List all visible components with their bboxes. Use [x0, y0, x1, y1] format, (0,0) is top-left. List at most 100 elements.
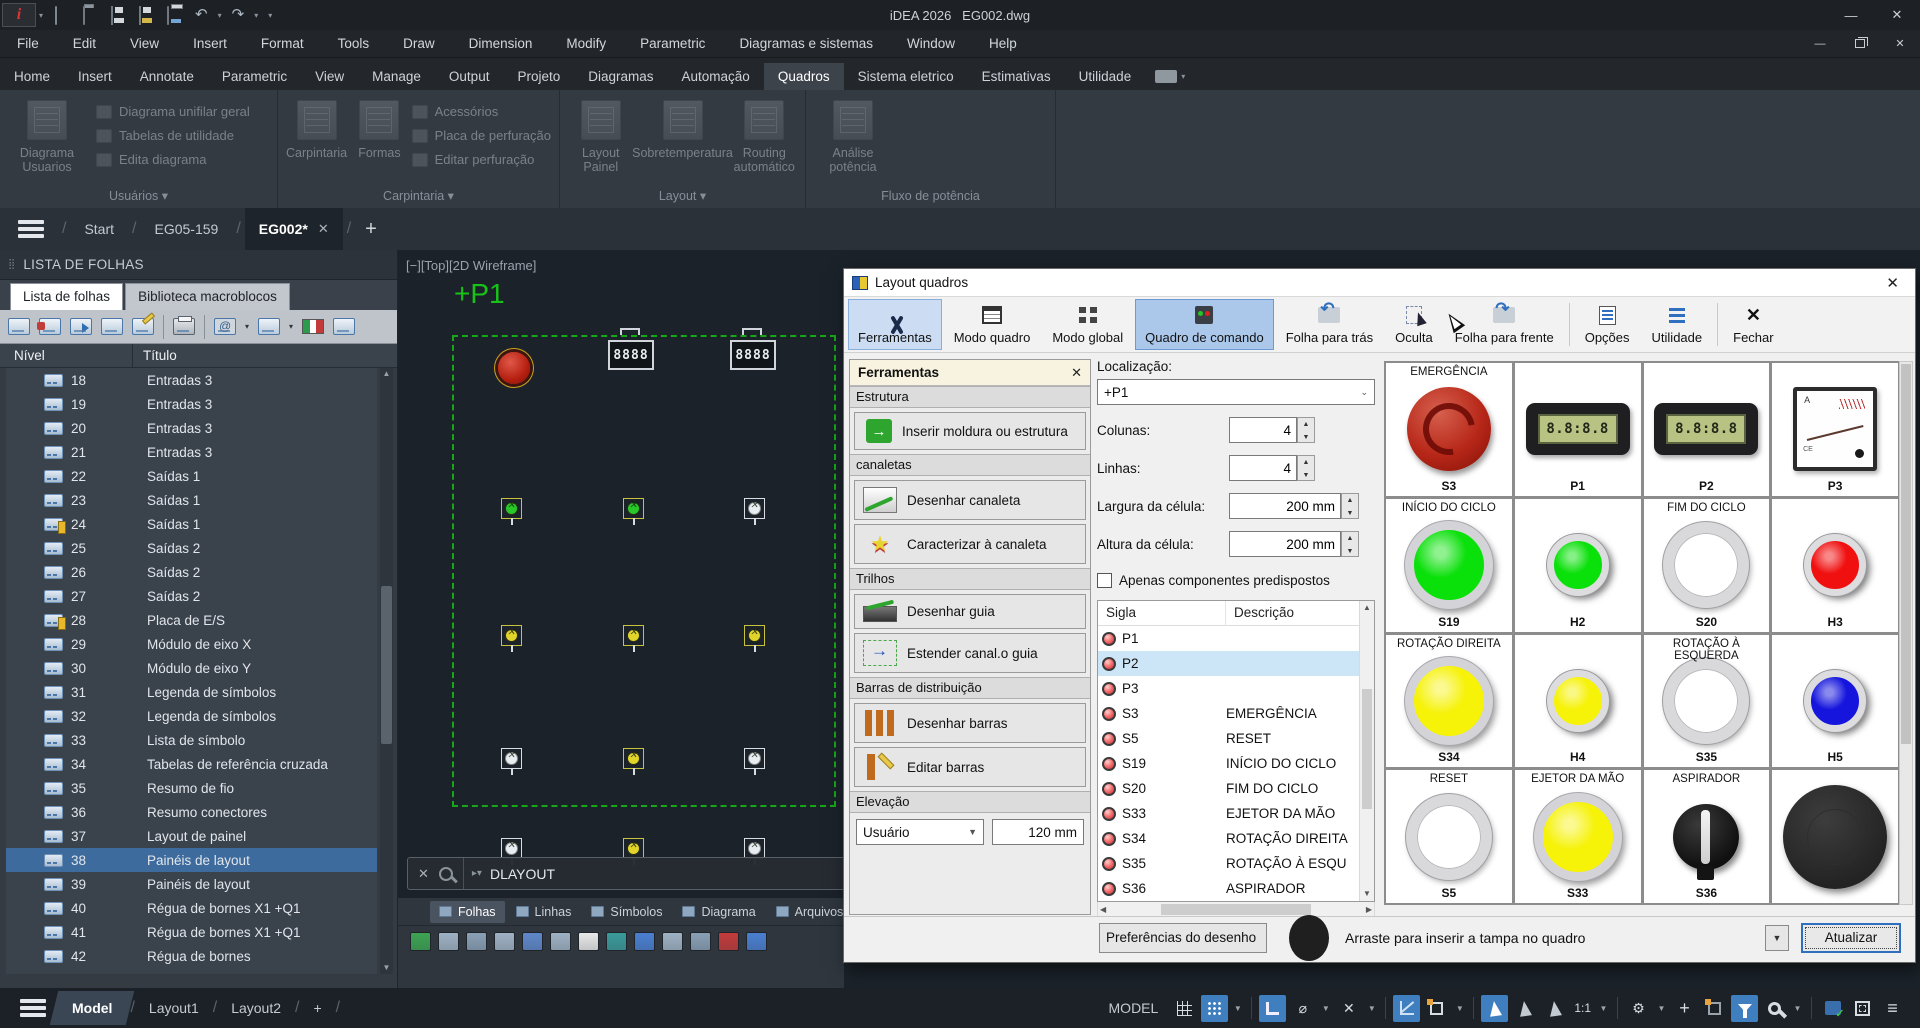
command-tools-icon[interactable]: [439, 867, 453, 881]
doc-minimize-button[interactable]: —: [1800, 30, 1840, 58]
viewport-controls-label[interactable]: [−][Top][2D Wireframe]: [406, 258, 536, 273]
menu-diagramas-e-sistemas[interactable]: Diagramas e sistemas: [722, 30, 890, 58]
table-row[interactable]: 19Entradas 3: [6, 392, 377, 416]
sigla-row[interactable]: S3EMERGÊNCIA: [1098, 701, 1374, 726]
ribbon-tab-diagramas[interactable]: Diagramas: [574, 63, 667, 90]
sigla-row[interactable]: S35ROTAÇÃO À ESQU: [1098, 851, 1374, 876]
save-as-icon[interactable]: [139, 7, 157, 23]
dock-toolbar-icon-10[interactable]: [662, 932, 683, 951]
selection-dropdown-icon[interactable]: ▼: [1453, 995, 1466, 1022]
table-row[interactable]: 34Tabelas de referência cruzada: [6, 752, 377, 776]
new-layout-button[interactable]: +: [299, 1000, 335, 1016]
attachments-dropdown-icon[interactable]: ▾: [245, 322, 249, 331]
component-cell-p1[interactable]: 8.8:8.8P1: [1515, 363, 1641, 496]
open-file-icon[interactable]: [83, 7, 101, 23]
doc-tab-eg05159[interactable]: EG05-159: [140, 208, 232, 250]
ribbon-display-toggle[interactable]: ▾: [1155, 70, 1185, 90]
altura-input[interactable]: [1229, 531, 1341, 557]
scale-dropdown-icon[interactable]: ▼: [1597, 995, 1610, 1022]
dock-toolbar-icon-1[interactable]: [410, 932, 431, 951]
palette-button-desenhar-barras[interactable]: Desenhar barras: [854, 703, 1086, 743]
ribbon-panel-label-fluxo-de-potência[interactable]: Fluxo de potência: [806, 186, 1055, 208]
table-row[interactable]: 28Placa de E/S: [6, 608, 377, 632]
table-row[interactable]: 37Layout de painel: [6, 824, 377, 848]
isolate-objects-icon[interactable]: [1701, 995, 1728, 1022]
dialog-toolbar-opções[interactable]: Opções: [1575, 299, 1640, 350]
largura-input[interactable]: [1229, 493, 1341, 519]
dock-toolbar-icon-9[interactable]: [634, 932, 655, 951]
ribbon-panel-label-usuários[interactable]: Usuários ▾: [0, 186, 277, 208]
table-row[interactable]: 40Régua de bornes X1 +Q1: [6, 896, 377, 920]
ribbon-item-placa-de-perfuração[interactable]: Placa de perfuração: [412, 128, 551, 143]
dialog-toolbar-fechar[interactable]: ✕Fechar: [1723, 299, 1783, 350]
sigla-row[interactable]: S5RESET: [1098, 726, 1374, 751]
column-titulo[interactable]: Título: [133, 344, 397, 367]
ribbon-bigbutton-layout-painel[interactable]: Layout Painel: [568, 96, 634, 186]
doc-restore-button[interactable]: [1840, 30, 1880, 58]
dynamic-input-icon[interactable]: [1393, 995, 1420, 1022]
dialog-toolbar-quadro-de-comando[interactable]: Quadro de comando: [1135, 299, 1274, 350]
dock-toolbar-icon-3[interactable]: [466, 932, 487, 951]
table-row[interactable]: 38Painéis de layout: [6, 848, 377, 872]
dock-toolbar-icon-12[interactable]: [718, 932, 739, 951]
dock-toolbar-icon-2[interactable]: [438, 932, 459, 951]
menu-parametric[interactable]: Parametric: [623, 30, 722, 58]
undo-dropdown-icon[interactable]: ▾: [218, 11, 222, 20]
dock-toolbar-icon-13[interactable]: [746, 932, 767, 951]
sidebar-tab-lista-de-folhas[interactable]: Lista de folhas: [10, 283, 123, 310]
component-cell-s19[interactable]: INÍCIO DO CICLOS19: [1386, 499, 1512, 632]
sidebar-tab-biblioteca-macroblocos[interactable]: Biblioteca macroblocos: [125, 283, 290, 310]
redo-dropdown-icon[interactable]: ▾: [254, 11, 258, 20]
table-row[interactable]: 22Saídas 1: [6, 464, 377, 488]
dock-tab-diagrama[interactable]: Diagrama: [673, 901, 764, 923]
command-input[interactable]: DLAYOUT: [490, 866, 555, 882]
menu-draw[interactable]: Draw: [386, 30, 452, 58]
copy-sheet-icon[interactable]: [101, 318, 123, 335]
polar-dropdown-icon[interactable]: ▼: [1319, 995, 1332, 1022]
dock-toolbar-icon-7[interactable]: [578, 932, 599, 951]
update-button[interactable]: Atualizar: [1801, 923, 1901, 953]
layout-tab-layout1[interactable]: Layout1: [135, 1000, 213, 1016]
new-drawing-tab-button[interactable]: +: [365, 218, 377, 241]
table-row[interactable]: 33Lista de símbolo: [6, 728, 377, 752]
polar-tracking-icon[interactable]: ⌀: [1289, 995, 1316, 1022]
column-descricao[interactable]: Descrição: [1226, 601, 1374, 625]
column-nivel[interactable]: Nível: [0, 344, 133, 367]
dock-tab-linhas[interactable]: Linhas: [507, 901, 581, 923]
grid-display-icon[interactable]: [1171, 995, 1198, 1022]
dialog-close-icon[interactable]: ✕: [1878, 274, 1907, 292]
dock-toolbar-icon-8[interactable]: [606, 932, 627, 951]
minimize-button[interactable]: —: [1828, 0, 1874, 30]
ribbon-tab-sistema-eletrico[interactable]: Sistema eletrico: [844, 63, 968, 90]
selection-cycling-icon[interactable]: [1423, 995, 1450, 1022]
sigla-table-vscrollbar[interactable]: ▲ ▼: [1359, 601, 1374, 901]
ortho-mode-icon[interactable]: [1259, 995, 1286, 1022]
component-cell-s34[interactable]: ROTAÇÃO DIREITAS34: [1386, 635, 1512, 768]
ribbon-item-diagrama-unifilar-geral[interactable]: Diagrama unifilar geral: [96, 104, 250, 119]
menu-format[interactable]: Format: [244, 30, 321, 58]
sheet-list-scrollbar[interactable]: ▲ ▼: [380, 368, 393, 974]
ribbon-item-edita-diagrama[interactable]: Edita diagrama: [96, 152, 250, 167]
menu-edit[interactable]: Edit: [56, 30, 113, 58]
dialog-titlebar[interactable]: Layout quadros ✕: [844, 269, 1915, 297]
object-snap-icon[interactable]: [1481, 995, 1508, 1022]
ribbon-panel-label-layout[interactable]: Layout ▾: [560, 186, 805, 208]
crosshair-icon[interactable]: +: [1671, 995, 1698, 1022]
ribbon-bigbutton-sobretemperatura[interactable]: Sobretemperatura: [644, 96, 722, 186]
qat-customize-icon[interactable]: ▾: [268, 11, 272, 20]
app-logo-icon[interactable]: i: [2, 3, 36, 27]
panel-grip-icon[interactable]: ⣿: [8, 259, 16, 270]
colunas-stepper[interactable]: ▲▼: [1229, 417, 1315, 443]
table-row[interactable]: 32Legenda de símbolos: [6, 704, 377, 728]
ribbon-tab-projeto[interactable]: Projeto: [503, 63, 574, 90]
linhas-input[interactable]: [1229, 455, 1297, 481]
altura-stepper[interactable]: ▲▼: [1229, 531, 1359, 557]
palette-button-desenhar-canaleta[interactable]: Desenhar canaleta: [854, 480, 1086, 520]
ribbon-tab-insert[interactable]: Insert: [64, 63, 126, 90]
isoplane-dropdown-icon[interactable]: ▼: [1365, 995, 1378, 1022]
snap-tracking-icon[interactable]: [1511, 995, 1538, 1022]
sigla-row[interactable]: P1: [1098, 626, 1374, 651]
dock-tab-símbolos[interactable]: Símbolos: [582, 901, 671, 923]
ribbon-tab-quadros[interactable]: Quadros: [764, 63, 844, 90]
menu-modify[interactable]: Modify: [549, 30, 623, 58]
